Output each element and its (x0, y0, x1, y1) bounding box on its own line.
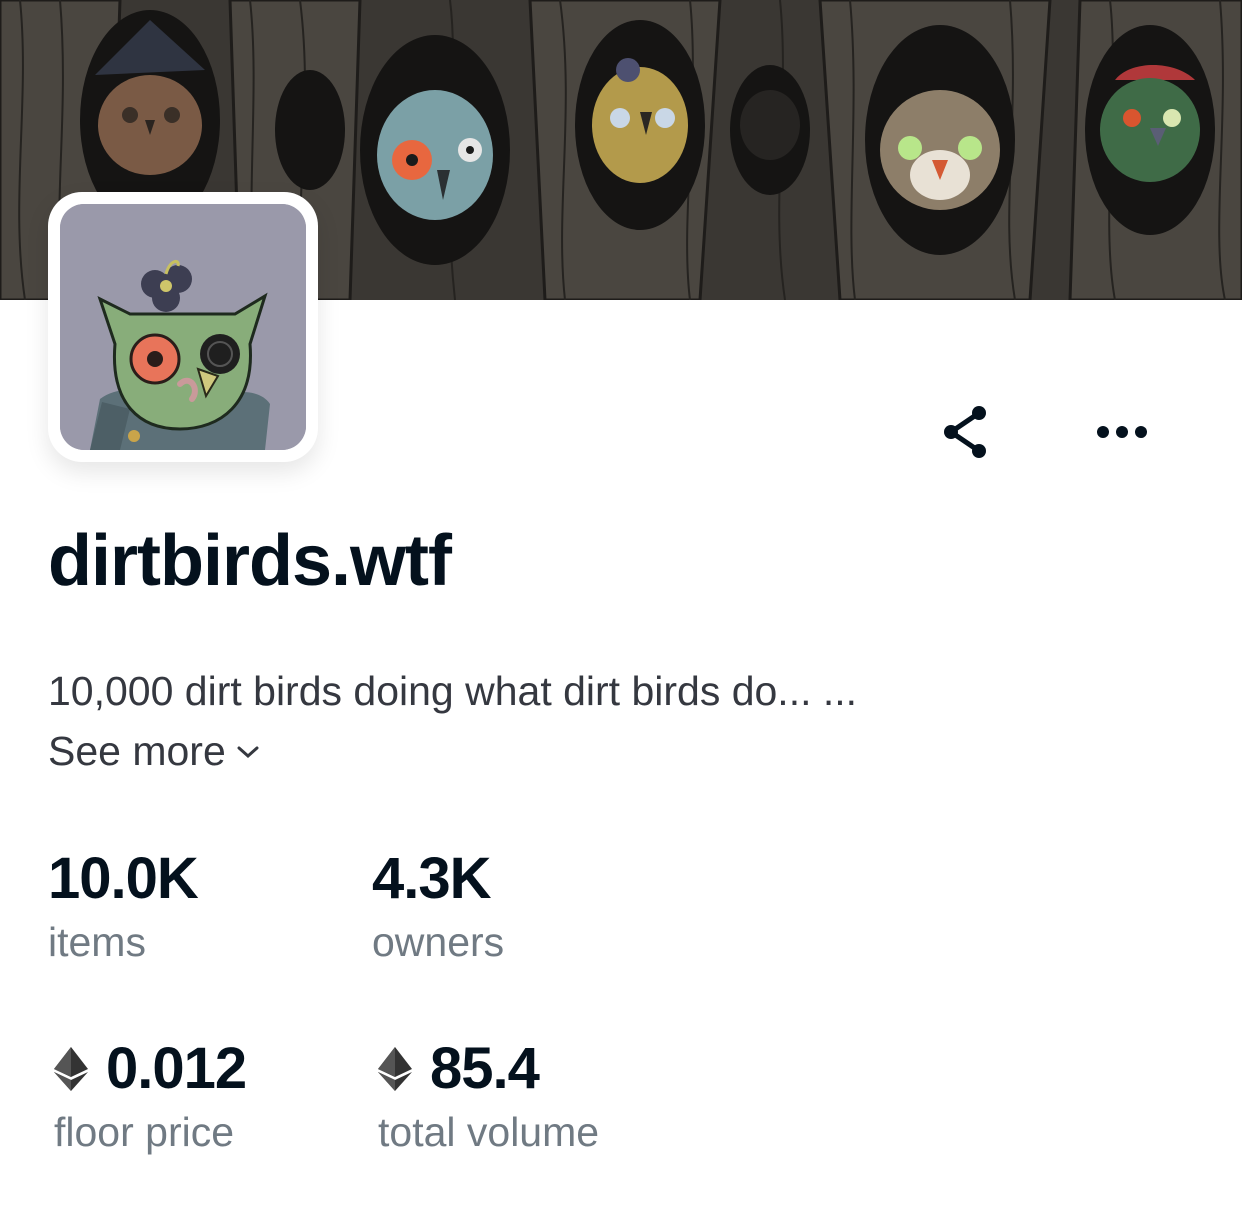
share-icon (944, 406, 986, 458)
chevron-down-icon (237, 746, 259, 758)
stat-items-label: items (48, 919, 146, 965)
ethereum-icon (54, 1047, 88, 1091)
see-more-button[interactable]: See more (48, 728, 260, 775)
stat-total-volume-label: total volume (378, 1109, 600, 1155)
stat-total-volume[interactable]: 85.4 total volume (378, 1036, 599, 1158)
ethereum-icon (378, 1047, 412, 1091)
stat-items-value: 10.0K (48, 846, 199, 911)
stat-floor-price-label: floor price (54, 1109, 235, 1155)
see-more-label: See more (48, 728, 226, 774)
stat-floor-price[interactable]: 0.012 floor price (54, 1036, 247, 1158)
stat-owners[interactable]: 4.3K owners (372, 846, 504, 968)
collection-title: dirtbirds.wtf (48, 521, 452, 601)
more-options-button[interactable] (1090, 400, 1154, 464)
stat-owners-label: owners (372, 919, 505, 965)
share-button[interactable] (934, 400, 998, 464)
avatar-artwork (60, 204, 306, 450)
collection-avatar (60, 204, 306, 450)
collection-avatar-frame (48, 192, 318, 462)
more-horizontal-icon (1097, 426, 1147, 438)
stat-owners-value: 4.3K (372, 846, 492, 911)
stat-total-volume-value: 85.4 (430, 1036, 540, 1101)
stat-items[interactable]: 10.0K items (48, 846, 199, 968)
collection-description: 10,000 dirt birds doing what dirt birds … (48, 668, 858, 714)
stat-floor-price-value: 0.012 (106, 1036, 247, 1101)
